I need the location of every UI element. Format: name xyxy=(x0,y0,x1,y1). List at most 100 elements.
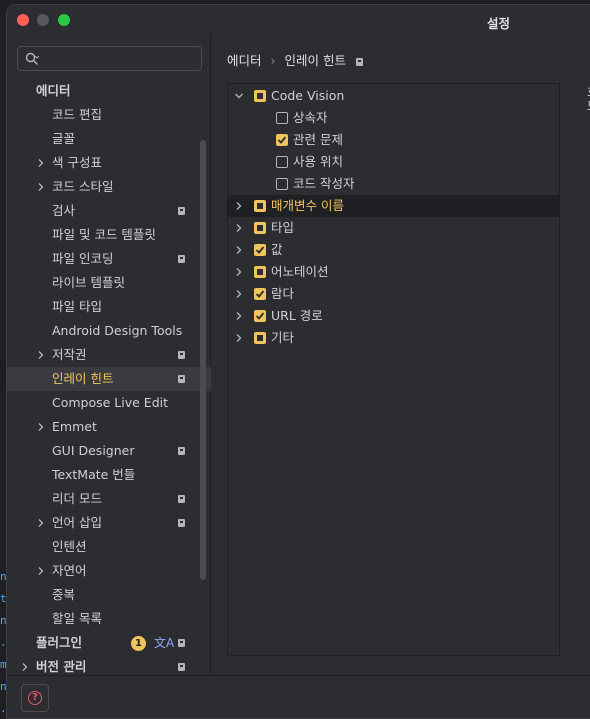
chevron-right-icon[interactable] xyxy=(235,334,243,342)
sidebar-item[interactable]: 라이브 템플릿 xyxy=(7,271,211,295)
sidebar-item[interactable]: 인텐션 xyxy=(7,535,211,559)
hint-checkbox[interactable] xyxy=(276,156,288,168)
close-window-button[interactable] xyxy=(17,14,29,26)
sidebar-item-label: 자연어 xyxy=(52,563,87,578)
hint-label: Code Vision xyxy=(271,88,345,103)
sidebar-item[interactable]: 파일 타입 xyxy=(7,295,211,319)
sidebar-item[interactable]: 저작권 xyxy=(7,343,211,367)
hint-tree-row[interactable]: 타입 xyxy=(228,217,559,239)
hint-tree-row[interactable]: Code Vision xyxy=(228,85,559,107)
hint-checkbox[interactable] xyxy=(276,112,288,124)
chevron-right-icon[interactable] xyxy=(235,268,243,276)
hint-tree-row[interactable]: 관련 문제 xyxy=(228,129,559,151)
hint-checkbox[interactable] xyxy=(254,222,266,234)
search-input[interactable] xyxy=(44,50,194,67)
chevron-right-icon[interactable] xyxy=(37,159,45,167)
sidebar-item[interactable]: 언어 삽입 xyxy=(7,511,211,535)
sidebar-item-label: 할일 목록 xyxy=(52,611,102,626)
section-editor[interactable]: 에디터 xyxy=(7,79,211,103)
sidebar-item[interactable]: 글꼴 xyxy=(7,127,211,151)
sidebar-item-label: 검사 xyxy=(52,203,76,218)
lock-icon xyxy=(178,519,185,527)
minimize-window-button[interactable] xyxy=(37,14,49,26)
sidebar-item-label: 글꼴 xyxy=(52,131,76,146)
hint-checkbox[interactable] xyxy=(254,244,266,256)
lock-icon xyxy=(178,495,185,503)
breadcrumb: 에디터 › 인레이 힌트 xyxy=(227,50,363,69)
sidebar-item[interactable]: 파일 인코딩 xyxy=(7,247,211,271)
hint-tree-row[interactable]: 매개변수 이름 xyxy=(228,195,559,217)
chevron-right-icon[interactable] xyxy=(235,224,243,232)
sidebar-item[interactable]: 리더 모드 xyxy=(7,487,211,511)
chevron-right-icon[interactable] xyxy=(21,663,29,671)
chevron-right-icon[interactable] xyxy=(37,423,45,431)
hint-tree-row[interactable]: 코드 작성자 xyxy=(228,173,559,195)
sidebar-item[interactable]: 할일 목록 xyxy=(7,607,211,631)
hint-checkbox[interactable] xyxy=(276,134,288,146)
sidebar-item[interactable]: Android Design Tools xyxy=(7,319,211,343)
sidebar-item[interactable]: 중복 xyxy=(7,583,211,607)
chevron-right-icon[interactable] xyxy=(235,202,243,210)
sidebar-item-label: 코드 편집 xyxy=(52,107,102,122)
chevron-right-icon[interactable] xyxy=(235,246,243,254)
hint-label: 코드 작성자 xyxy=(293,176,355,191)
sidebar-item[interactable]: 검사 xyxy=(7,199,211,223)
breadcrumb-parent[interactable]: 에디터 xyxy=(227,53,262,68)
sidebar-item-label: Emmet xyxy=(52,419,97,434)
lock-icon xyxy=(178,351,185,359)
chevron-right-icon[interactable] xyxy=(37,351,45,359)
hint-checkbox[interactable] xyxy=(254,310,266,322)
lock-icon xyxy=(178,663,185,671)
sidebar-item[interactable]: GUI Designer xyxy=(7,439,211,463)
hint-checkbox[interactable] xyxy=(254,90,266,102)
hint-tree-row[interactable]: 어노테이션 xyxy=(228,261,559,283)
sidebar-item[interactable]: 코드 스타일 xyxy=(7,175,211,199)
hint-label: 관련 문제 xyxy=(293,132,343,147)
chevron-right-icon[interactable] xyxy=(37,519,45,527)
sidebar-item-plugins[interactable]: 플러그인 1 文A xyxy=(7,631,211,655)
translate-icon: 文A xyxy=(154,636,175,650)
question-circle-icon: ? xyxy=(28,691,42,705)
sidebar-item-label: 중복 xyxy=(52,587,76,602)
lock-icon xyxy=(178,447,185,455)
lock-icon xyxy=(178,207,185,215)
sidebar-item[interactable]: 인레이 힌트 xyxy=(7,367,211,391)
update-count-badge: 1 xyxy=(131,636,146,651)
sidebar-item[interactable]: 색 구성표 xyxy=(7,151,211,175)
sidebar-item[interactable]: 파일 및 코드 템플릿 xyxy=(7,223,211,247)
chevron-right-icon[interactable] xyxy=(235,290,243,298)
hint-checkbox[interactable] xyxy=(276,178,288,190)
hint-checkbox[interactable] xyxy=(254,266,266,278)
hint-tree-row[interactable]: 사용 위치 xyxy=(228,151,559,173)
chevron-right-icon[interactable] xyxy=(37,183,45,191)
hint-checkbox[interactable] xyxy=(254,288,266,300)
sidebar-item[interactable]: 코드 편집 xyxy=(7,103,211,127)
hint-tree-row[interactable]: 값 xyxy=(228,239,559,261)
hint-tree-row[interactable]: 상속자 xyxy=(228,107,559,129)
settings-content: 에디터 › 인레이 힌트 Code Vision 상속자관련 문제사용 위치코드 작성… xyxy=(212,35,590,675)
hint-label: 타입 xyxy=(271,220,295,235)
lock-icon xyxy=(178,375,185,383)
settings-tree: 에디터 코드 편집글꼴색 구성표 코드 스타일검사파일 및 코드 템플릿파일 인코… xyxy=(7,79,211,679)
section-editor-label: 에디터 xyxy=(36,83,71,98)
sidebar-item[interactable]: Compose Live Edit xyxy=(7,391,211,415)
settings-window: 설정 에디터 코드 편집 글꼴 색 구성표 코드 스타일 검사 파일 및 코드 템플릿 파일… xyxy=(6,4,590,719)
hint-checkbox[interactable] xyxy=(254,200,266,212)
chevron-down-icon[interactable] xyxy=(235,92,243,100)
hint-tree-row[interactable]: 기타 xyxy=(228,327,559,349)
sidebar-item[interactable]: TextMate 번들 xyxy=(7,463,211,487)
help-button[interactable]: ? xyxy=(21,684,49,712)
sidebar-item[interactable]: 자연어 xyxy=(7,559,211,583)
sidebar-item-label: 파일 및 코드 템플릿 xyxy=(52,227,156,242)
maximize-window-button[interactable] xyxy=(58,14,70,26)
hint-tree-row[interactable]: URL 경로 xyxy=(228,305,559,327)
chevron-right-icon[interactable] xyxy=(37,567,45,575)
hint-tree-row[interactable]: 람다 xyxy=(228,283,559,305)
sidebar-item[interactable]: Emmet xyxy=(7,415,211,439)
search-field[interactable] xyxy=(17,46,202,71)
chevron-right-icon[interactable] xyxy=(235,312,243,320)
hint-checkbox[interactable] xyxy=(254,332,266,344)
hint-label: 사용 위치 xyxy=(293,154,343,169)
sidebar-scrollbar[interactable] xyxy=(200,140,206,580)
checkmark-icon xyxy=(255,246,265,254)
